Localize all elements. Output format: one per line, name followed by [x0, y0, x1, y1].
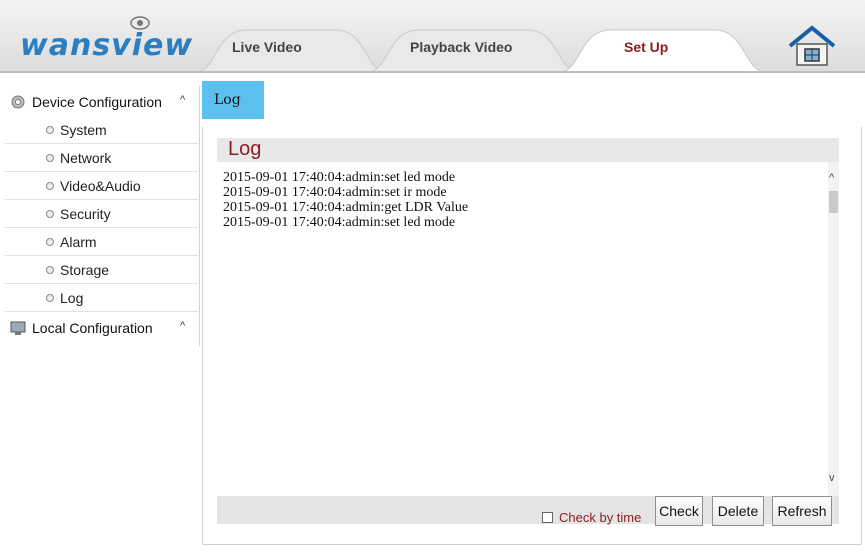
sidebar-item-label: System	[60, 121, 107, 138]
bullet-icon	[46, 209, 54, 218]
sidebar-item-label: Network	[60, 149, 112, 166]
sidebar: Device Configuration ^ System Network Vi…	[4, 86, 200, 346]
bullet-icon	[46, 181, 54, 190]
log-lines: 2015-09-01 17:40:04:admin:set led mode 2…	[223, 170, 468, 230]
computer-icon	[10, 321, 26, 335]
sidebar-item-label: Security	[60, 205, 111, 222]
sidebar-item-network[interactable]: Network	[4, 144, 200, 172]
collapse-caret-icon[interactable]: ^	[180, 320, 185, 332]
main-tabs: Live Video Playback Video Set Up	[196, 28, 865, 72]
tab-set-up-label: Set Up	[624, 39, 669, 55]
local-configuration-group[interactable]: Local Configuration ^	[4, 314, 200, 342]
delete-button[interactable]: Delete	[712, 496, 764, 526]
log-textarea[interactable]: 2015-09-01 17:40:04:admin:set led mode 2…	[217, 162, 839, 496]
bullet-icon	[46, 265, 54, 274]
sidebar-item-label: Storage	[60, 261, 110, 278]
wansview-logo: wansview	[20, 14, 194, 63]
device-configuration-group[interactable]: Device Configuration ^	[4, 88, 200, 116]
sidebar-item-storage[interactable]: Storage	[4, 256, 200, 284]
header-divider	[0, 71, 865, 73]
sidebar-item-video-audio[interactable]: Video&Audio	[4, 172, 200, 200]
tab-log[interactable]: Log	[202, 81, 264, 119]
check-by-time-checkbox[interactable]: Check by time	[542, 510, 641, 525]
scroll-up-arrow-icon[interactable]: ^	[829, 172, 834, 184]
log-line: 2015-09-01 17:40:04:admin:set ir mode	[223, 185, 447, 200]
sidebar-item-log[interactable]: Log	[4, 284, 200, 312]
sidebar-item-alarm[interactable]: Alarm	[4, 228, 200, 256]
bullet-icon	[46, 237, 54, 246]
bullet-icon	[46, 153, 54, 162]
home-icon[interactable]	[786, 24, 838, 68]
page-title: Log	[228, 138, 262, 160]
tab-set-up[interactable]: Set Up	[560, 28, 765, 72]
bullet-icon	[46, 293, 54, 302]
scroll-thumb[interactable]	[829, 191, 838, 213]
log-content: 2015-09-01 17:40:04:admin:set led mode 2…	[217, 162, 828, 496]
panel-title-bar	[217, 138, 839, 162]
sidebar-item-security[interactable]: Security	[4, 200, 200, 228]
refresh-button[interactable]: Refresh	[772, 496, 832, 526]
tab-live-video-label: Live Video	[232, 39, 302, 55]
device-configuration-label: Device Configuration	[32, 94, 162, 110]
top-header: wansview Live Video Playback Video Set U…	[0, 0, 865, 73]
check-by-time-label: Check by time	[559, 510, 642, 525]
gear-icon	[11, 95, 25, 109]
check-button[interactable]: Check	[655, 496, 703, 526]
tab-playback-video-label: Playback Video	[410, 39, 513, 55]
sidebar-item-label: Alarm	[60, 233, 97, 250]
sidebar-item-label: Log	[60, 289, 84, 306]
tab-live-video[interactable]: Live Video	[196, 28, 386, 72]
tab-playback-video[interactable]: Playback Video	[368, 28, 578, 72]
scroll-down-arrow-icon[interactable]: v	[829, 472, 835, 484]
sidebar-item-label: Video&Audio	[60, 177, 141, 194]
checkbox-box[interactable]	[542, 512, 553, 523]
tab-log-label: Log	[214, 92, 241, 108]
logo-text: wansview	[20, 28, 194, 63]
log-line: 2015-09-01 17:40:04:admin:get LDR Value	[223, 200, 469, 215]
log-line: 2015-09-01 17:40:04:admin:set led mode	[223, 215, 456, 230]
sidebar-item-system[interactable]: System	[4, 116, 200, 144]
local-configuration-label: Local Configuration	[32, 320, 153, 336]
log-line: 2015-09-01 17:40:04:admin:set led mode	[223, 170, 456, 185]
collapse-caret-icon[interactable]: ^	[180, 94, 185, 106]
bullet-icon	[46, 125, 54, 134]
